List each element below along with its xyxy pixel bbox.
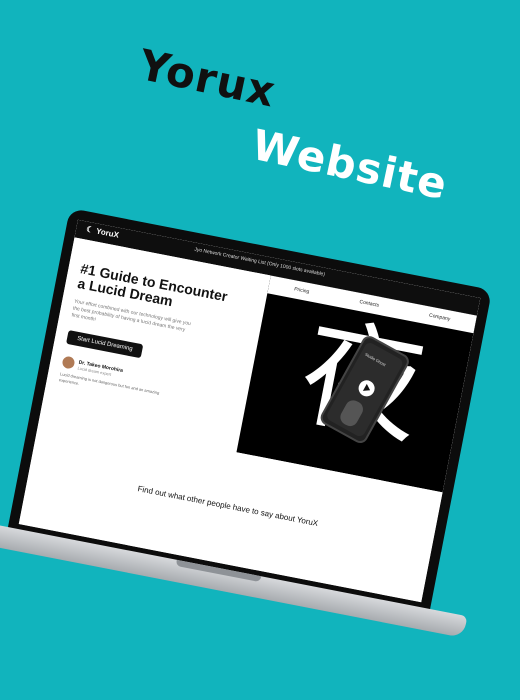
start-lucid-dreaming-button[interactable]: Start Lucid Dreaming [66,329,144,359]
testimonials-heading: Find out what other people have to say a… [136,484,319,529]
nav-pricing[interactable]: Pricing [294,286,310,295]
phone-figure [337,397,366,429]
moon-icon: ☾ [85,224,95,235]
nav-contacts[interactable]: Contacts [359,299,380,309]
brand[interactable]: ☾ YoruX [85,225,119,240]
avatar [61,355,76,370]
nav-company[interactable]: Company [429,313,451,323]
brand-name: YoruX [95,226,120,240]
heading-yorux: Yorux [134,40,281,117]
heading-website: Website [247,120,453,210]
laptop-mockup: ☾ YoruX Jyo Network Creator Waiting List… [0,208,493,643]
play-icon[interactable] [355,377,378,400]
phone-caption: Studio Ghost [363,351,387,368]
